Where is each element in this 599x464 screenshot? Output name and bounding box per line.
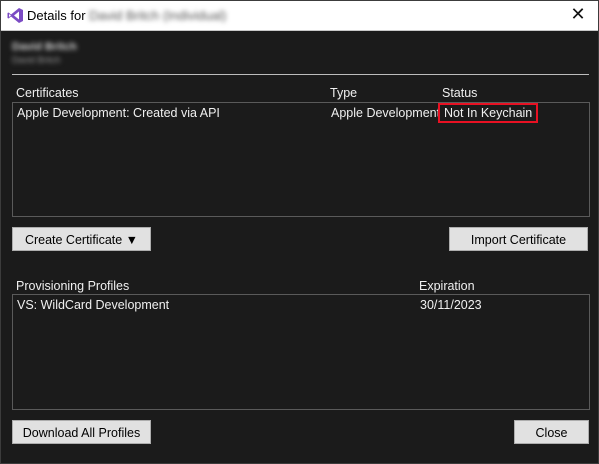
- section-divider: [12, 74, 589, 75]
- certificate-type: Apple Development: [331, 106, 441, 120]
- expiration-header[interactable]: Expiration: [419, 279, 475, 293]
- details-dialog: Details for David Britch (Individual) ✕ …: [0, 0, 599, 464]
- profiles-list[interactable]: VS: WildCard Development 30/11/2023: [12, 294, 590, 410]
- close-icon[interactable]: ✕: [568, 4, 588, 24]
- type-header[interactable]: Type: [330, 86, 357, 100]
- status-header[interactable]: Status: [442, 86, 477, 100]
- profile-expiration: 30/11/2023: [420, 298, 482, 312]
- title-bar: Details for David Britch (Individual) ✕: [1, 1, 598, 31]
- visual-studio-icon: [7, 7, 24, 24]
- profile-name: VS: WildCard Development: [17, 298, 170, 312]
- redacted-account-title: David Britch (Individual): [89, 8, 227, 23]
- account-team: David Britch: [12, 55, 61, 65]
- certificate-status: Not In Keychain: [438, 103, 539, 123]
- import-certificate-button[interactable]: Import Certificate: [449, 227, 588, 251]
- account-name: David Britch: [12, 41, 77, 53]
- profiles-header[interactable]: Provisioning Profiles: [16, 279, 129, 293]
- title-prefix: Details for: [27, 8, 86, 23]
- certificate-name: Apple Development: Created via API: [17, 106, 220, 120]
- certificates-header[interactable]: Certificates: [16, 86, 79, 100]
- certificates-list[interactable]: Apple Development: Created via API Apple…: [12, 102, 590, 217]
- create-certificate-button[interactable]: Create Certificate ▼: [12, 227, 151, 251]
- window-title: Details for David Britch (Individual): [27, 8, 226, 23]
- close-button[interactable]: Close: [514, 420, 589, 444]
- download-all-profiles-button[interactable]: Download All Profiles: [12, 420, 151, 444]
